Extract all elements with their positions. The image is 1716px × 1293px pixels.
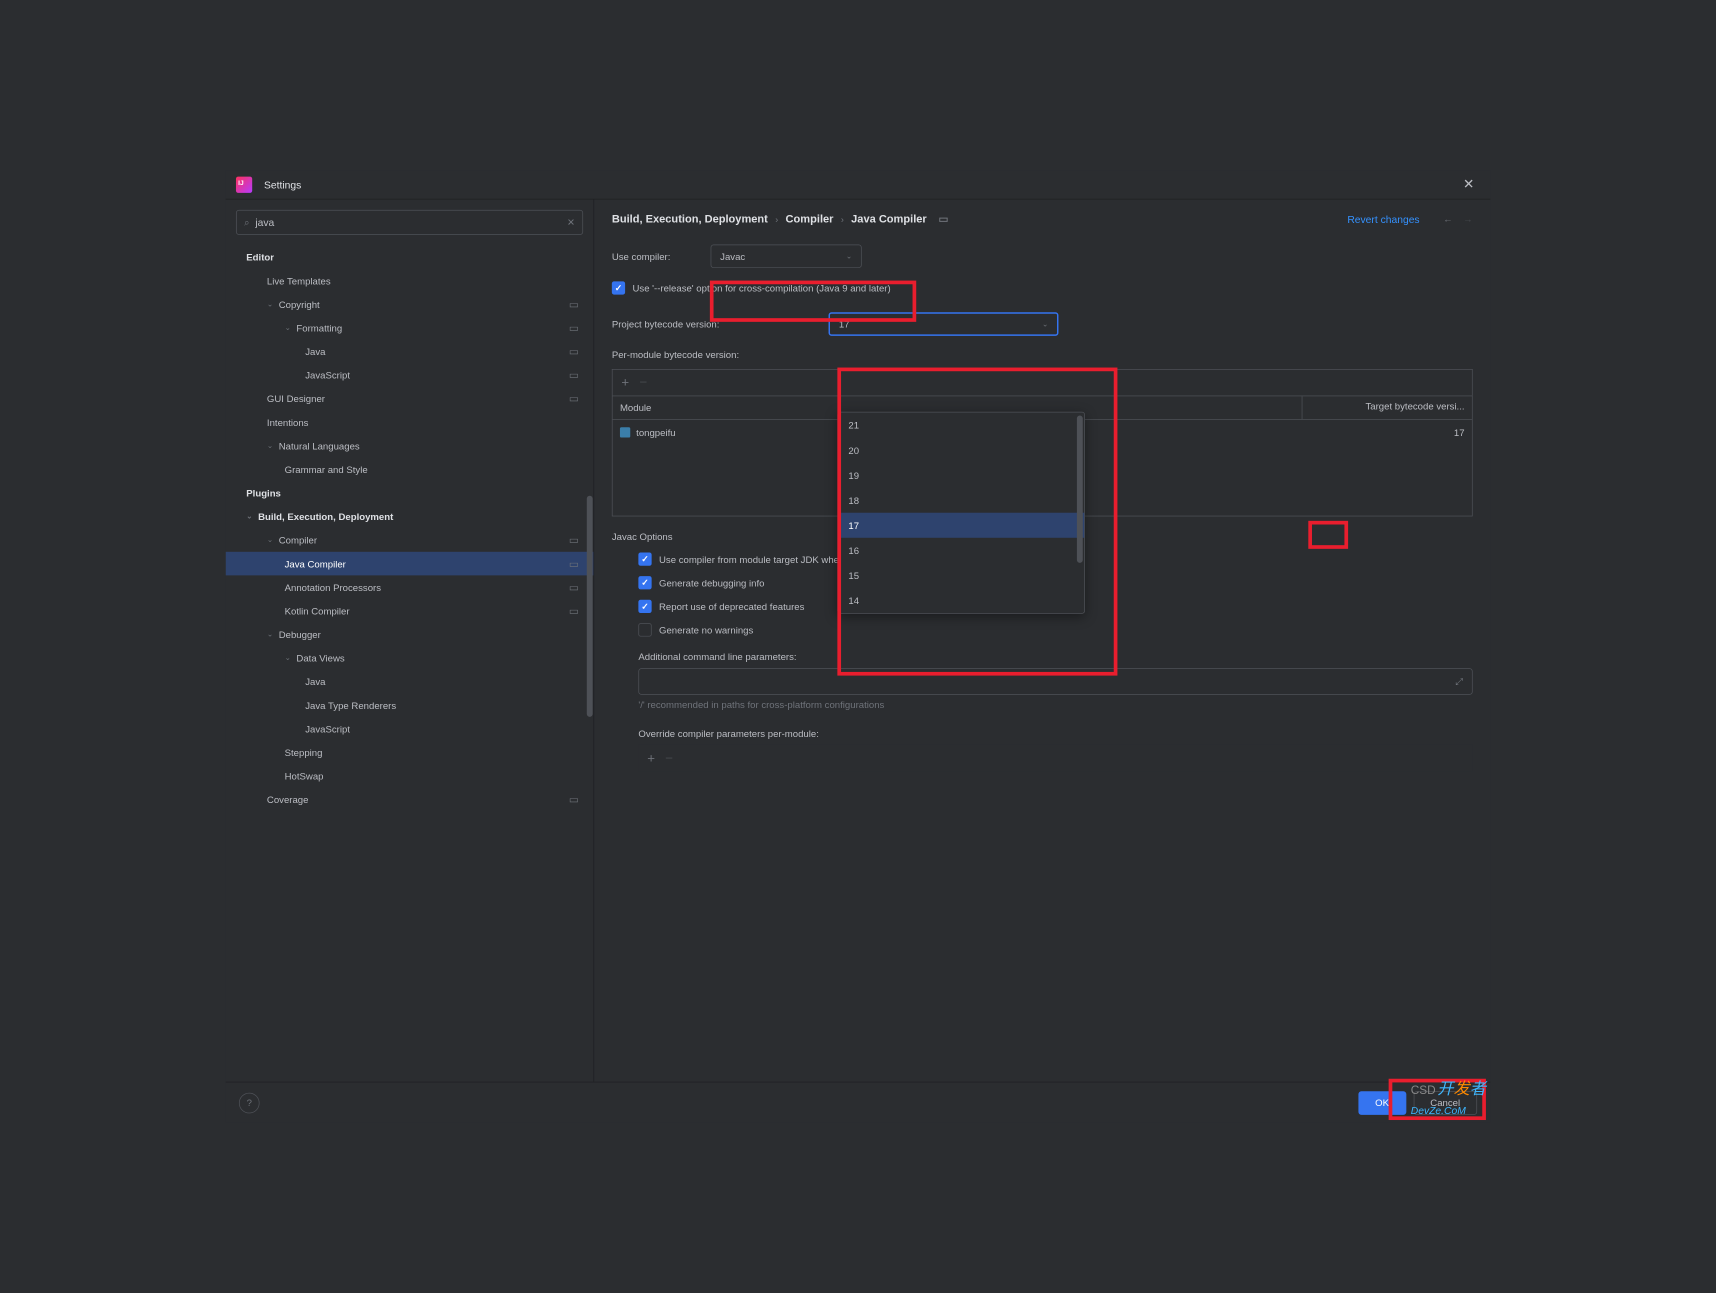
back-icon[interactable]: ←: [1443, 214, 1453, 225]
add-icon[interactable]: +: [621, 375, 629, 390]
breadcrumb-part[interactable]: Build, Execution, Deployment: [612, 213, 768, 226]
use-compiler-select[interactable]: Javac ⌄: [711, 244, 862, 268]
tree-kotlin[interactable]: Kotlin Compiler▭: [226, 599, 594, 623]
remove-icon[interactable]: −: [639, 375, 647, 390]
project-bytecode-select[interactable]: 17 ⌄: [829, 312, 1059, 336]
additional-params-hint: '/' recommended in paths for cross-platf…: [638, 699, 1472, 710]
tree-compiler[interactable]: ⌄Compiler▭: [226, 528, 594, 552]
dialog-footer: ? OK Cancel: [226, 1082, 1491, 1123]
ok-button[interactable]: OK: [1358, 1091, 1406, 1115]
clear-icon[interactable]: ✕: [567, 216, 575, 228]
chevron-down-icon: ⌄: [846, 252, 852, 260]
tree-stepping[interactable]: Stepping: [226, 740, 594, 764]
col-target-header: Target bytecode versi...: [1302, 396, 1472, 419]
tree-coverage[interactable]: Coverage▭: [226, 788, 594, 812]
breadcrumb-part[interactable]: Compiler: [786, 213, 834, 226]
titlebar: Settings ✕: [226, 170, 1491, 199]
cross-compile-checkbox[interactable]: [612, 281, 625, 294]
select-value: 17: [839, 319, 850, 330]
add-icon[interactable]: +: [647, 750, 655, 765]
override-label: Override compiler parameters per-module:: [638, 728, 1472, 739]
breadcrumb-part: Java Compiler: [851, 213, 927, 226]
dropdown-option[interactable]: 14: [838, 588, 1084, 613]
project-bytecode-label: Project bytecode version:: [612, 319, 818, 330]
module-icon: [620, 427, 630, 437]
additional-params-input[interactable]: ⤢: [638, 668, 1472, 695]
content-panel: Build, Execution, Deployment › Compiler …: [594, 200, 1490, 1082]
tree-formatting[interactable]: ⌄Formatting▭: [226, 316, 594, 340]
content-header: Build, Execution, Deployment › Compiler …: [594, 200, 1490, 230]
remove-icon[interactable]: −: [665, 750, 673, 765]
tree-natural-languages[interactable]: ⌄Natural Languages: [226, 434, 594, 458]
app-icon: [236, 176, 252, 192]
tree-plugins[interactable]: Plugins: [226, 481, 594, 505]
expand-icon[interactable]: ⤢: [1455, 676, 1463, 688]
tree-annotation[interactable]: Annotation Processors▭: [226, 575, 594, 599]
forward-icon[interactable]: →: [1463, 214, 1473, 225]
module-name: tongpeifu: [636, 427, 675, 438]
tree-copyright[interactable]: ⌄Copyright▭: [226, 292, 594, 316]
dropdown-option[interactable]: 18: [838, 488, 1084, 513]
search-icon: ⌕: [244, 216, 249, 228]
tree-javascript[interactable]: JavaScript▭: [226, 363, 594, 387]
settings-tree: Editor Live Templates ⌄Copyright▭ ⌄Forma…: [226, 245, 594, 1081]
dropdown-option[interactable]: 20: [838, 438, 1084, 463]
use-compiler-label: Use compiler:: [612, 251, 700, 262]
chevron-right-icon: ›: [775, 214, 778, 224]
tree-java[interactable]: Java▭: [226, 340, 594, 364]
opt-debug-checkbox[interactable]: [638, 576, 651, 589]
window-title: Settings: [264, 179, 301, 191]
dropdown-option[interactable]: 16: [838, 538, 1084, 563]
tree-hotswap[interactable]: HotSwap: [226, 764, 594, 788]
tree-editor[interactable]: Editor: [226, 245, 594, 269]
tree-gui-designer[interactable]: GUI Designer▭: [226, 387, 594, 411]
chevron-down-icon: ⌄: [1042, 320, 1048, 328]
bytecode-dropdown-popup: 21 20 19 18 17 16 15 14: [837, 412, 1085, 614]
scope-icon: ▭: [939, 213, 949, 226]
dropdown-option[interactable]: 15: [838, 563, 1084, 588]
tree-scrollbar[interactable]: [586, 245, 593, 1081]
breadcrumb: Build, Execution, Deployment › Compiler …: [612, 213, 948, 226]
dropdown-option[interactable]: 19: [838, 463, 1084, 488]
opt-no-warnings-label: Generate no warnings: [659, 624, 753, 635]
close-icon[interactable]: ✕: [1457, 174, 1480, 195]
per-module-label: Per-module bytecode version:: [612, 349, 1473, 360]
popup-scrollbar[interactable]: [1077, 415, 1083, 562]
help-button[interactable]: ?: [239, 1092, 260, 1113]
opt-debug-label: Generate debugging info: [659, 577, 764, 588]
override-toolbar: + −: [638, 745, 1472, 772]
tree-live-templates[interactable]: Live Templates: [226, 269, 594, 293]
tree-build[interactable]: ⌄Build, Execution, Deployment: [226, 505, 594, 529]
tree-grammar-style[interactable]: Grammar and Style: [226, 457, 594, 481]
chevron-right-icon: ›: [841, 214, 844, 224]
tree-javascript2[interactable]: JavaScript: [226, 717, 594, 741]
additional-params-label: Additional command line parameters:: [638, 651, 1472, 662]
watermark: CSD 开发者 DevZe.CoM: [1411, 1076, 1486, 1119]
tree-debugger[interactable]: ⌄Debugger: [226, 623, 594, 647]
tree-java-type[interactable]: Java Type Renderers: [226, 693, 594, 717]
dropdown-option[interactable]: 21: [838, 413, 1084, 438]
cross-compile-label: Use '--release' option for cross-compila…: [632, 282, 890, 293]
tree-java-compiler[interactable]: Java Compiler▭: [226, 552, 594, 576]
tree-data-views[interactable]: ⌄Data Views: [226, 646, 594, 670]
search-input[interactable]: ⌕ ✕: [236, 210, 583, 235]
opt-module-target-checkbox[interactable]: [638, 553, 651, 566]
search-field[interactable]: [255, 216, 561, 228]
opt-deprecated-label: Report use of deprecated features: [659, 601, 804, 612]
sidebar: ⌕ ✕ Editor Live Templates ⌄Copyright▭ ⌄F…: [226, 200, 595, 1082]
dropdown-option-selected[interactable]: 17: [838, 513, 1084, 538]
revert-link[interactable]: Revert changes: [1347, 213, 1419, 225]
opt-no-warnings-checkbox[interactable]: [638, 623, 651, 636]
tree-intentions[interactable]: Intentions: [226, 410, 594, 434]
opt-deprecated-checkbox[interactable]: [638, 600, 651, 613]
table-toolbar: + −: [612, 369, 1473, 396]
form-scroll: Use compiler: Javac ⌄ Use '--release' op…: [594, 230, 1490, 1082]
select-value: Javac: [720, 251, 745, 262]
tree-java2[interactable]: Java: [226, 670, 594, 694]
target-version-cell[interactable]: 17: [1302, 427, 1472, 438]
